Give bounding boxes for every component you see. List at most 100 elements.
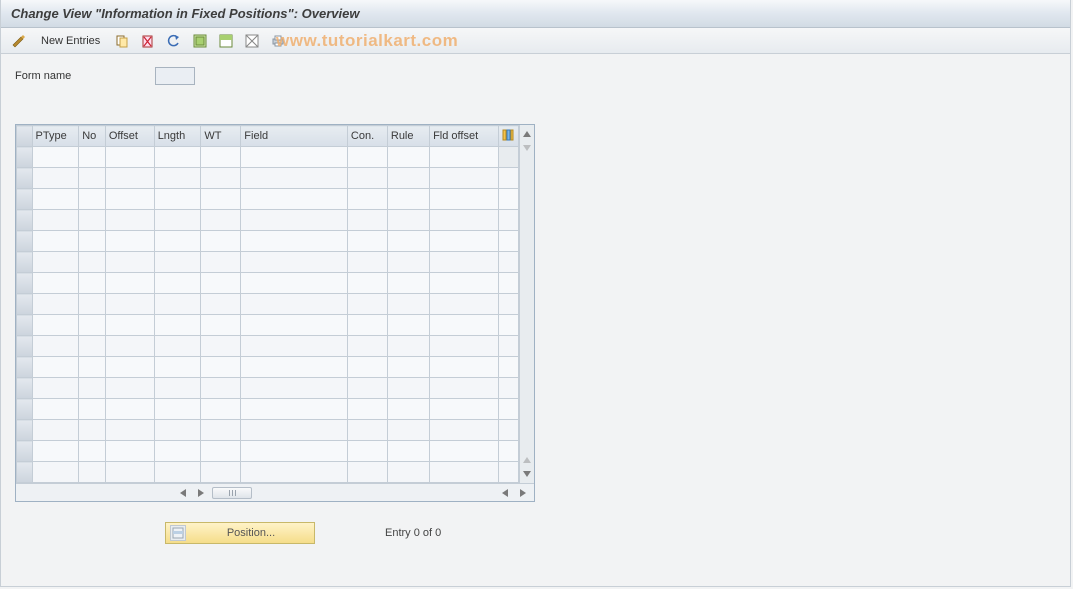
- cell[interactable]: [79, 231, 106, 252]
- cell[interactable]: [79, 294, 106, 315]
- cell[interactable]: [430, 420, 499, 441]
- cell[interactable]: [32, 441, 79, 462]
- cell[interactable]: [79, 378, 106, 399]
- cell[interactable]: [105, 378, 154, 399]
- cell[interactable]: [241, 315, 348, 336]
- col-header[interactable]: Offset: [105, 126, 154, 147]
- cell[interactable]: [430, 273, 499, 294]
- cell[interactable]: [79, 336, 106, 357]
- table-row[interactable]: [17, 252, 519, 273]
- cell[interactable]: [201, 273, 241, 294]
- cell[interactable]: [154, 189, 201, 210]
- cell[interactable]: [347, 147, 387, 168]
- cell[interactable]: [105, 336, 154, 357]
- hscroll-thumb[interactable]: [212, 487, 252, 499]
- cell[interactable]: [32, 252, 79, 273]
- horizontal-scrollbar[interactable]: [16, 483, 534, 501]
- cell[interactable]: [154, 252, 201, 273]
- cell[interactable]: [241, 189, 348, 210]
- cell[interactable]: [105, 273, 154, 294]
- cell[interactable]: [79, 189, 106, 210]
- deselect-all-icon[interactable]: [240, 31, 264, 51]
- cell[interactable]: [347, 378, 387, 399]
- cell[interactable]: [154, 231, 201, 252]
- undo-icon[interactable]: [162, 31, 186, 51]
- cell[interactable]: [105, 357, 154, 378]
- cell[interactable]: [241, 420, 348, 441]
- table-row[interactable]: [17, 315, 519, 336]
- cell[interactable]: [241, 294, 348, 315]
- cell[interactable]: [79, 147, 106, 168]
- cell[interactable]: [347, 441, 387, 462]
- row-selector[interactable]: [17, 147, 33, 168]
- cell[interactable]: [201, 336, 241, 357]
- cell[interactable]: [79, 273, 106, 294]
- row-selector[interactable]: [17, 273, 33, 294]
- cell[interactable]: [105, 147, 154, 168]
- scroll-left2-icon[interactable]: [498, 486, 512, 500]
- table-row[interactable]: [17, 294, 519, 315]
- print-icon[interactable]: [266, 31, 290, 51]
- cell[interactable]: [79, 462, 106, 483]
- col-header[interactable]: No: [79, 126, 106, 147]
- cell[interactable]: [241, 357, 348, 378]
- cell[interactable]: [387, 252, 429, 273]
- cell[interactable]: [32, 294, 79, 315]
- cell[interactable]: [32, 147, 79, 168]
- cell[interactable]: [201, 315, 241, 336]
- row-selector[interactable]: [17, 315, 33, 336]
- cell[interactable]: [387, 357, 429, 378]
- cell[interactable]: [154, 378, 201, 399]
- row-selector[interactable]: [17, 252, 33, 273]
- col-header[interactable]: Rule: [387, 126, 429, 147]
- cell[interactable]: [430, 168, 499, 189]
- cell[interactable]: [201, 441, 241, 462]
- cell[interactable]: [430, 189, 499, 210]
- row-selector[interactable]: [17, 420, 33, 441]
- cell[interactable]: [154, 357, 201, 378]
- table-row[interactable]: [17, 441, 519, 462]
- table-row[interactable]: [17, 273, 519, 294]
- cell[interactable]: [430, 147, 499, 168]
- scroll-down-icon[interactable]: [520, 467, 534, 481]
- scroll-up-icon[interactable]: [520, 127, 534, 141]
- cell[interactable]: [105, 294, 154, 315]
- cell[interactable]: [430, 399, 499, 420]
- cell[interactable]: [347, 252, 387, 273]
- cell[interactable]: [241, 168, 348, 189]
- col-header[interactable]: Field: [241, 126, 348, 147]
- cell[interactable]: [105, 441, 154, 462]
- cell[interactable]: [241, 462, 348, 483]
- new-entries-button[interactable]: New Entries: [33, 31, 108, 51]
- cell[interactable]: [430, 210, 499, 231]
- cell[interactable]: [154, 168, 201, 189]
- cell[interactable]: [201, 231, 241, 252]
- cell[interactable]: [387, 147, 429, 168]
- cell[interactable]: [32, 357, 79, 378]
- cell[interactable]: [154, 336, 201, 357]
- row-selector[interactable]: [17, 357, 33, 378]
- row-selector[interactable]: [17, 189, 33, 210]
- cell[interactable]: [154, 462, 201, 483]
- form-name-input[interactable]: [155, 67, 195, 85]
- cell[interactable]: [387, 189, 429, 210]
- cell[interactable]: [387, 378, 429, 399]
- cell[interactable]: [347, 336, 387, 357]
- cell[interactable]: [32, 168, 79, 189]
- cell[interactable]: [201, 462, 241, 483]
- cell[interactable]: [387, 273, 429, 294]
- cell[interactable]: [347, 189, 387, 210]
- row-selector[interactable]: [17, 168, 33, 189]
- cell[interactable]: [430, 336, 499, 357]
- cell[interactable]: [201, 210, 241, 231]
- cell[interactable]: [201, 378, 241, 399]
- table-row[interactable]: [17, 357, 519, 378]
- cell[interactable]: [241, 441, 348, 462]
- cell[interactable]: [241, 378, 348, 399]
- cell[interactable]: [430, 252, 499, 273]
- row-selector[interactable]: [17, 462, 33, 483]
- cell[interactable]: [430, 315, 499, 336]
- table-row[interactable]: [17, 168, 519, 189]
- cell[interactable]: [387, 294, 429, 315]
- cell[interactable]: [154, 294, 201, 315]
